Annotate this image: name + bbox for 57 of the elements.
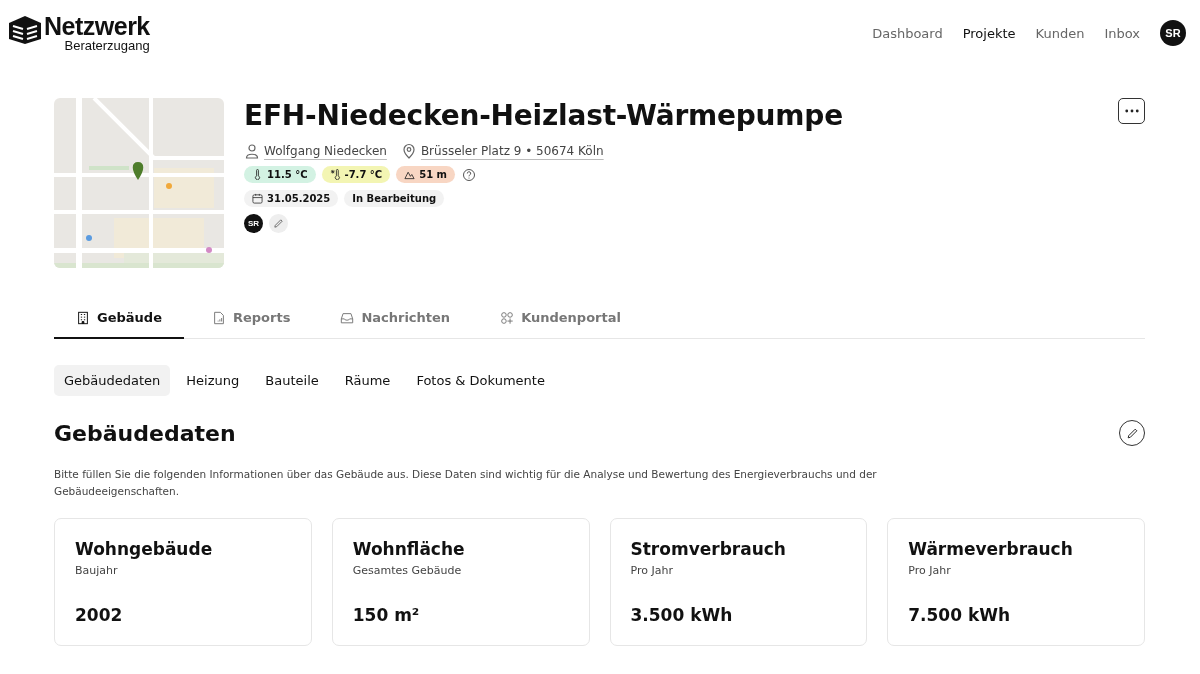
pencil-icon	[1125, 426, 1139, 440]
building-icon	[76, 310, 90, 325]
assignee-avatar[interactable]: SR	[244, 214, 263, 233]
card-subtitle: Baujahr	[75, 564, 119, 577]
nav-link[interactable]: Projekte	[962, 25, 1016, 41]
card-title: Stromverbrauch	[630, 539, 787, 559]
section-description: Bitte füllen Sie die folgenden Informationen über das Gebäude aus. Diese Daten sind wichtig für die Analyse und Bewertung des Energieverbrauchs und der Gebäudeeigenschaften.	[54, 467, 878, 499]
subtab[interactable]: Fotos & Dokumente	[406, 365, 555, 396]
card-subtitle: Gesamtes Gebäude	[352, 564, 463, 577]
card-title: Wohnfläche	[352, 539, 466, 559]
nav-link[interactable]: Kunden	[1035, 25, 1085, 41]
customer-link[interactable]: Wolfgang Niedecken	[264, 144, 387, 158]
apps-icon	[500, 310, 515, 325]
user-avatar[interactable]: SR	[1160, 20, 1186, 46]
date-text: 31.05.2025	[267, 193, 331, 204]
section-title: Gebäudedaten	[54, 420, 236, 446]
card-subtitle: Pro Jahr	[908, 564, 952, 577]
card-title: Wärmeverbrauch	[908, 539, 1074, 559]
tab[interactable]: Reports	[189, 298, 313, 339]
thermometer-snowflake-icon	[329, 169, 341, 180]
pencil-icon	[273, 218, 284, 229]
more-icon	[1124, 109, 1139, 113]
tab[interactable]: Nachrichten	[318, 298, 473, 339]
card-title: Wohngebäude	[75, 539, 214, 559]
nav-link[interactable]: Dashboard	[872, 25, 943, 41]
chip-value: 51 m	[419, 169, 447, 180]
thermometer-icon	[252, 169, 263, 180]
subtab[interactable]: Bauteile	[255, 365, 329, 396]
card-value: 3.500 kWh	[630, 605, 734, 625]
status-chip: In Bearbeitung	[344, 190, 445, 207]
subtab[interactable]: Räume	[334, 365, 401, 396]
subtab[interactable]: Heizung	[176, 365, 250, 396]
brand-name: Netzwerk	[44, 13, 150, 39]
inbox-icon	[340, 310, 355, 325]
document-chart-icon	[211, 310, 226, 325]
edit-button[interactable]	[1119, 420, 1145, 446]
brand-subtitle: Beraterzugang	[64, 39, 150, 53]
nav-link[interactable]: Inbox	[1104, 25, 1140, 41]
card-value: 7.500 kWh	[908, 605, 1012, 625]
help-icon[interactable]	[461, 166, 477, 183]
chip-value: 11.5 °C	[267, 169, 308, 180]
calendar-icon	[252, 193, 263, 204]
card-value: 150 m²	[352, 605, 421, 625]
mountain-icon	[404, 169, 416, 180]
card-value: 2002	[75, 605, 124, 625]
more-button[interactable]	[1118, 98, 1145, 124]
tab[interactable]: Gebäude	[54, 298, 184, 339]
project-title: EFH-Niedecken-Heizlast-Wärmepumpe	[244, 98, 843, 134]
subtab[interactable]: Gebäudedaten	[54, 365, 171, 396]
location-pin-icon	[400, 143, 417, 159]
tab[interactable]: Kundenportal	[478, 298, 643, 339]
card-subtitle: Pro Jahr	[630, 564, 674, 577]
edit-assignee-button[interactable]	[269, 214, 288, 233]
chip-value: -7.7 °C	[344, 169, 383, 180]
address-link[interactable]: Brüsseler Platz 9 • 50674 Köln	[420, 144, 604, 158]
logo-icon	[8, 15, 42, 45]
person-icon	[244, 143, 260, 159]
